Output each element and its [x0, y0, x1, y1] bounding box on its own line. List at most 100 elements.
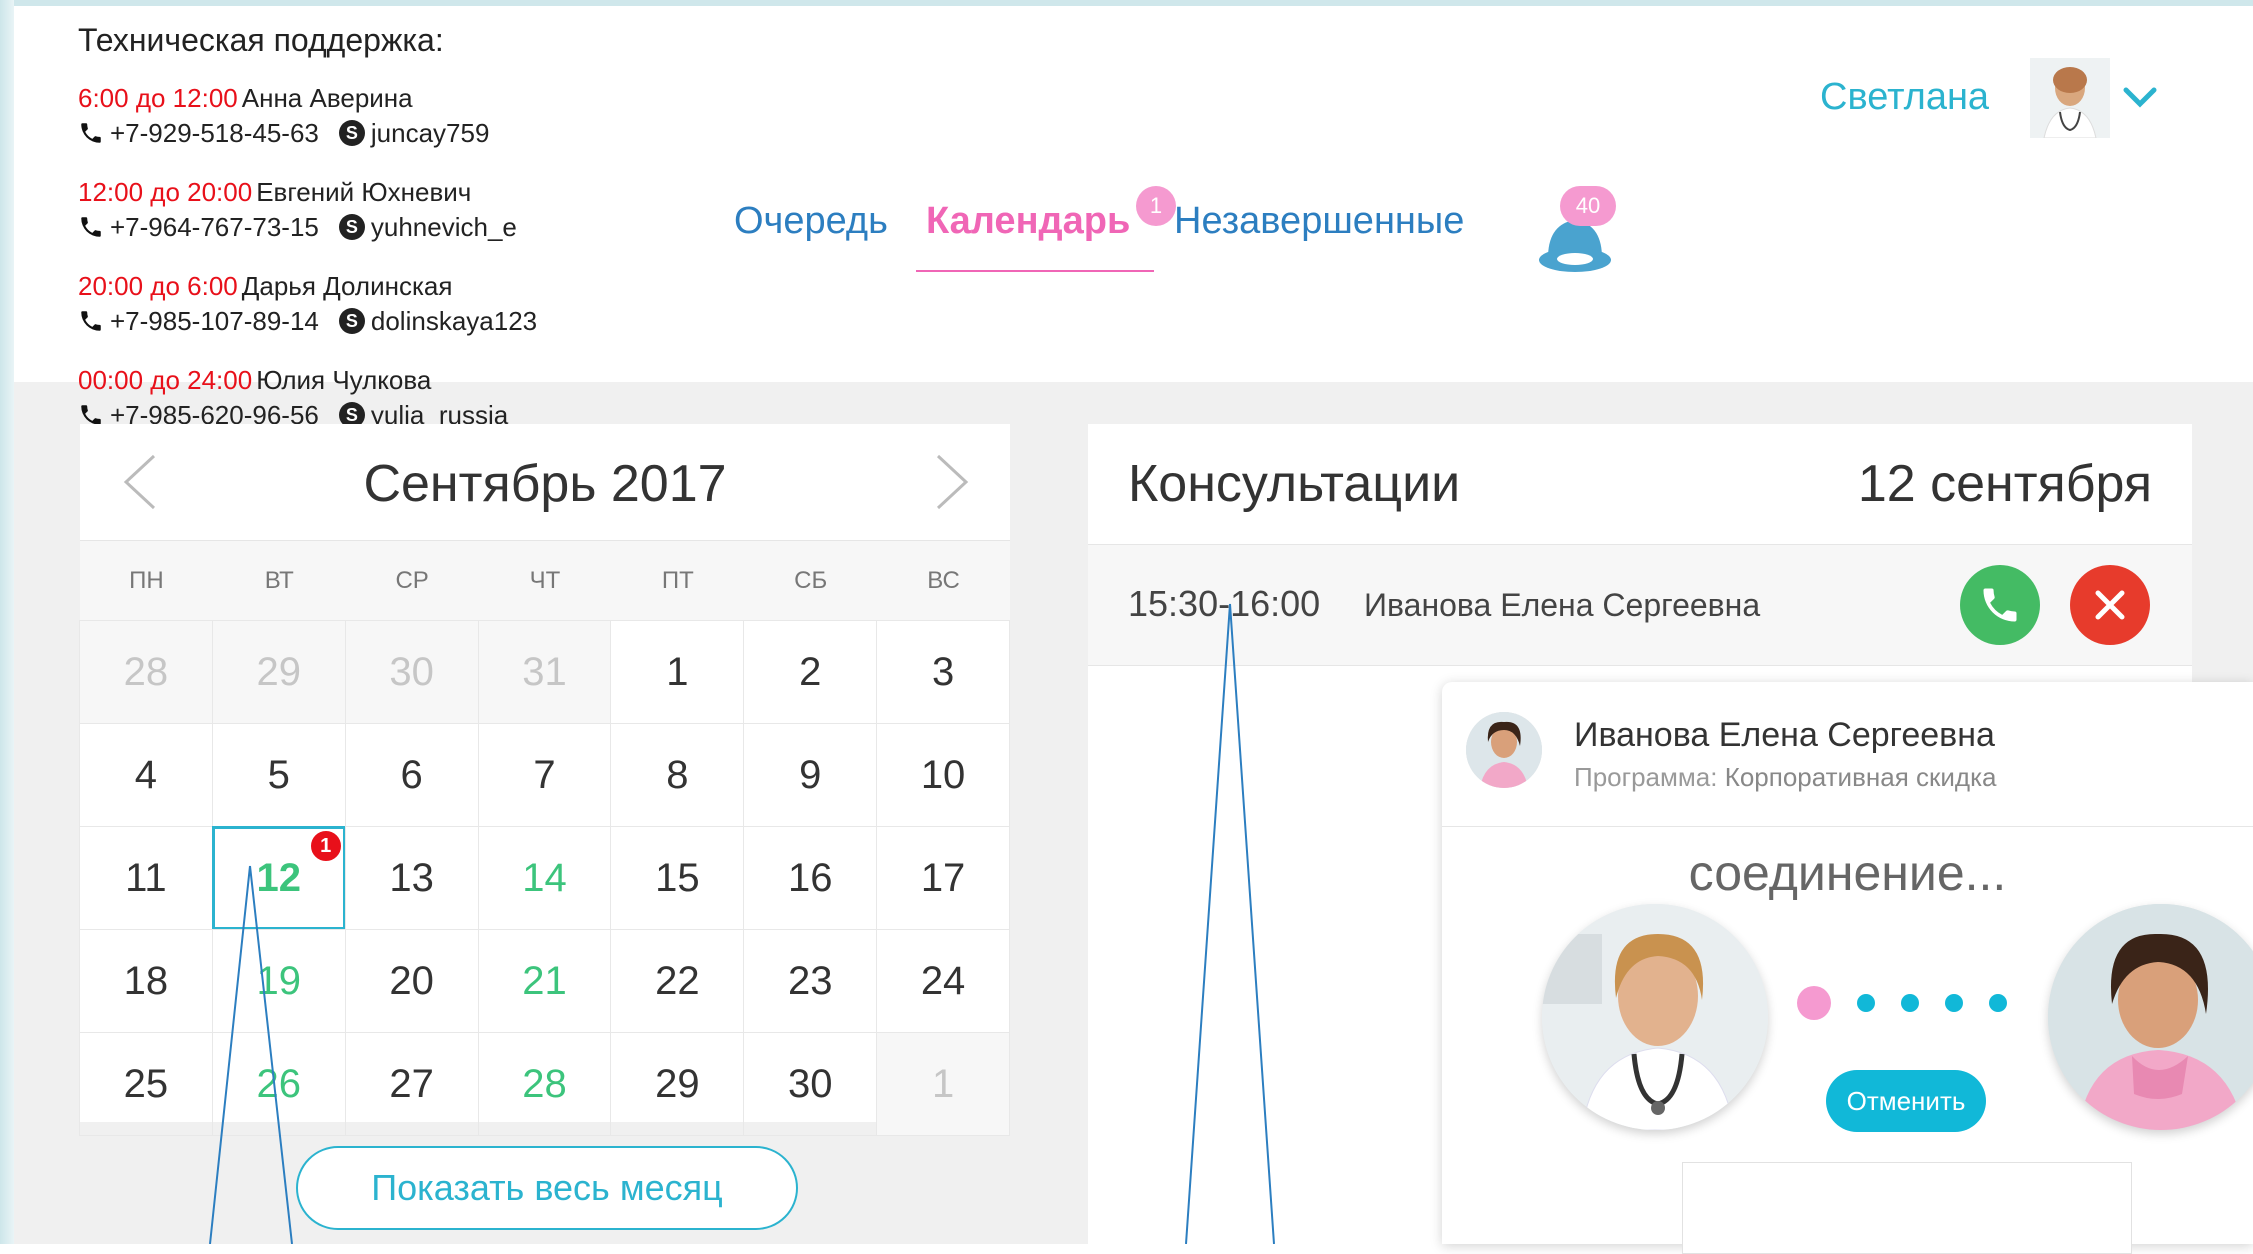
calendar-day-number: 8 [666, 752, 689, 797]
call-button[interactable] [1960, 565, 2040, 645]
user-name[interactable]: Светлана [1820, 76, 1989, 119]
support-skype[interactable]: juncay759 [371, 115, 490, 151]
calendar-day[interactable]: 9 [743, 723, 878, 827]
calendar-day[interactable]: 28 [477, 1032, 612, 1136]
calendar-day-number: 17 [920, 855, 966, 900]
calendar-day[interactable]: 5 [211, 723, 346, 827]
shift-time: 20:00 до 6:00 [78, 271, 238, 301]
calendar-day-number: 15 [655, 855, 700, 900]
calendar-day-number: 14 [522, 855, 567, 900]
calendar-day[interactable]: 8 [610, 723, 745, 827]
support-phone[interactable]: +7-929-518-45-63 [110, 115, 319, 151]
tab-calendar[interactable]: Календарь [926, 200, 1130, 243]
patient-avatar [1466, 712, 1542, 788]
support-shift: 6:00 до 12:00 Анна Аверина +7-929-518-45-6… [78, 81, 537, 151]
calendar-day-number: 6 [400, 752, 423, 797]
calendar-day-number: 29 [256, 649, 302, 694]
calendar-day[interactable]: 26 [211, 1032, 346, 1136]
calendar-day[interactable]: 30 [344, 620, 479, 724]
call-popup: Иванова Елена Сергеевна Программа: Корпо… [1442, 682, 2253, 1254]
phone-icon [81, 123, 101, 143]
calendar-day[interactable]: 27 [344, 1032, 479, 1136]
calendar-day[interactable]: 7 [477, 723, 612, 827]
calendar-day[interactable]: 6 [344, 723, 479, 827]
tab-queue[interactable]: Очередь [734, 200, 888, 243]
popup-divider [1442, 826, 2253, 827]
calendar-day[interactable]: 18 [79, 929, 213, 1033]
calendar-day[interactable]: 22 [610, 929, 745, 1033]
calendar-day[interactable]: 10 [876, 723, 1010, 827]
doctor-avatar[interactable] [2030, 58, 2110, 138]
calendar-day[interactable]: 1 [610, 620, 745, 724]
calendar-day-number: 1 [931, 1061, 955, 1106]
shift-hours: 20:00 до 6:00 Дарья Долинская [78, 269, 537, 303]
calendar-day[interactable]: 13 [344, 826, 479, 930]
calendar-day[interactable]: 3 [876, 620, 1010, 724]
calendar-day-number: 7 [533, 752, 556, 797]
popup-program-label: Программа: [1574, 762, 1718, 792]
calendar-day-number: 12 [256, 855, 302, 900]
shift-contacts: +7-929-518-45-63 Sjuncay759 [78, 115, 537, 151]
calendar-days-grid: 28 29 30 31 1 2 3 4 5 6 7 8 9 10 11 12 1 13 14 15 16 17 18 19 20… [79, 620, 1010, 1136]
cancel-call-button[interactable]: Отменить [1826, 1070, 1986, 1132]
calendar-day-number: 18 [123, 958, 169, 1003]
phone-icon [1983, 588, 2017, 622]
calendar-day-number: 25 [123, 1061, 169, 1106]
calendar-day[interactable]: 12 1 [211, 826, 346, 930]
calendar-day[interactable]: 20 [344, 929, 479, 1033]
shift-contacts: +7-964-767-73-15 Syuhnevich_e [78, 209, 537, 245]
doctor-photo [1542, 904, 1768, 1130]
support-shift: 00:00 до 24:00 Юлия Чулкова +7-985-620-96-… [78, 363, 537, 433]
calendar-day[interactable]: 14 [477, 826, 612, 930]
support-phone[interactable]: +7-964-767-73-15 [110, 209, 319, 245]
calendar-day-number: 22 [655, 958, 700, 1003]
support-skype[interactable]: dolinskaya123 [371, 303, 537, 339]
calendar-month-title: Сентябрь 2017 [363, 455, 727, 513]
calendar-day-number: 13 [389, 855, 434, 900]
calendar-day[interactable]: 29 [610, 1032, 745, 1136]
popup-program: Программа: Корпоративная скидка [1574, 762, 1996, 793]
phone-icon [81, 217, 101, 237]
consultations-date: 12 сентября [1857, 455, 2152, 513]
shift-operator-name: Юлия Чулкова [256, 365, 432, 395]
support-shift: 12:00 до 20:00 Евгений Юхневич +7-964-767-… [78, 175, 537, 245]
connection-status: соединение... [1688, 845, 2007, 901]
calendar-day[interactable]: 19 [211, 929, 346, 1033]
video-preview-box [1682, 1162, 2132, 1254]
calendar-weekday: ЧТ [529, 567, 561, 594]
calendar-day[interactable]: 4 [79, 723, 213, 827]
active-tab-underline [916, 270, 1154, 272]
calendar-day[interactable]: 15 [610, 826, 745, 930]
support-skype[interactable]: yuhnevich_e [371, 209, 517, 245]
calendar-day[interactable]: 23 [743, 929, 878, 1033]
calendar-day-number: 30 [787, 1061, 833, 1106]
calendar-day[interactable]: 29 [211, 620, 346, 724]
chevron-right-icon[interactable] [932, 452, 972, 512]
calendar-day[interactable]: 21 [477, 929, 612, 1033]
tab-unfinished[interactable]: Незавершенные [1174, 200, 1464, 243]
day-consultations-badge: 1 [308, 829, 343, 863]
consultation-patient: Иванова Елена Сергеевна [1364, 587, 1761, 623]
shift-time: 00:00 до 24:00 [78, 365, 253, 395]
calendar-day[interactable]: 1 [876, 1032, 1010, 1136]
calendar-weekday: ВТ [264, 567, 294, 594]
calendar-day[interactable]: 31 [477, 620, 612, 724]
show-whole-month-button[interactable]: Показать весь месяц [296, 1146, 798, 1230]
calendar-day-number: 3 [931, 649, 955, 694]
support-phone[interactable]: +7-985-107-89-14 [110, 303, 319, 339]
calendar-day[interactable]: 16 [743, 826, 878, 930]
calendar-day[interactable]: 24 [876, 929, 1010, 1033]
calendar-day[interactable]: 2 [743, 620, 878, 724]
calendar-day-number: 27 [389, 1061, 434, 1106]
calendar-day[interactable]: 17 [876, 826, 1010, 930]
decline-button[interactable] [2070, 565, 2150, 645]
calendar-day[interactable]: 11 [79, 826, 213, 930]
calendar-day-number: 24 [920, 958, 966, 1003]
calendar-day[interactable]: 30 [743, 1032, 878, 1136]
chevron-down-icon[interactable] [2120, 82, 2160, 112]
consultation-row[interactable]: 15:30-16:00 Иванова Елена Сергеевна [1088, 545, 2192, 666]
shift-hours: 6:00 до 12:00 Анна Аверина [78, 81, 537, 115]
notifications-badge: 40 [1560, 186, 1616, 226]
calendar-day[interactable]: 25 [79, 1032, 213, 1136]
calendar-day[interactable]: 28 [79, 620, 213, 724]
